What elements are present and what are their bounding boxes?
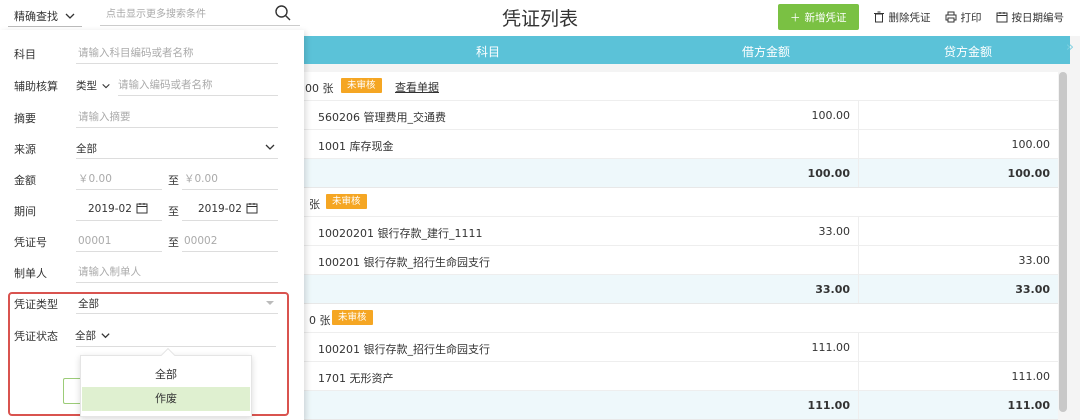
filter-amount: 金额 至 xyxy=(14,168,280,190)
filter-aux: 辅助核算 类型 xyxy=(14,74,280,96)
debit-cell: 100.00 xyxy=(811,109,851,122)
status-label: 凭证状态 xyxy=(14,330,58,343)
search-icon[interactable] xyxy=(274,4,292,22)
to-label: 至 xyxy=(168,236,179,249)
search-mode-dropdown[interactable]: 精确查找 xyxy=(8,5,82,27)
debit-cell: 111.00 xyxy=(811,341,851,354)
total-credit: 111.00 xyxy=(1007,399,1050,412)
total-debit: 111.00 xyxy=(807,399,850,412)
delete-voucher-label: 删除凭证 xyxy=(888,11,931,24)
summary-input[interactable] xyxy=(76,106,278,128)
page-title: 凭证列表 xyxy=(501,8,578,30)
credit-cell: 33.00 xyxy=(1018,254,1051,267)
status-badge: 未审核 xyxy=(326,194,367,209)
debit-cell: 33.00 xyxy=(818,225,851,238)
total-debit: 33.00 xyxy=(815,283,850,296)
collapse-arrow-icon[interactable]: » xyxy=(1066,40,1080,60)
status-option-void[interactable]: 作废 xyxy=(82,387,250,411)
filter-subject: 科目 xyxy=(14,42,280,64)
subject-input[interactable] xyxy=(76,42,278,64)
header-subject: 科目 xyxy=(476,45,501,59)
vertical-scrollbar[interactable] xyxy=(1059,72,1067,412)
amount-to-input[interactable] xyxy=(182,168,278,190)
calendar-icon[interactable] xyxy=(246,202,258,214)
aux-type-select[interactable]: 类型 xyxy=(76,78,111,93)
print-label: 打印 xyxy=(960,11,982,24)
status-badge: 未审核 xyxy=(341,78,382,93)
account-cell: 1001 库存现金 xyxy=(318,140,394,153)
credit-cell: 100.00 xyxy=(1011,138,1051,151)
aux-input[interactable] xyxy=(118,74,278,96)
voucher-count: 00 张 xyxy=(305,82,334,95)
calendar-icon xyxy=(996,12,1007,23)
amount-label: 金额 xyxy=(14,174,36,187)
amount-from-input[interactable] xyxy=(76,168,162,190)
source-label: 来源 xyxy=(14,143,36,156)
scrollbar-thumb[interactable] xyxy=(1059,72,1067,412)
credit-cell: 111.00 xyxy=(1011,370,1051,383)
plus-icon: ＋ xyxy=(790,11,801,24)
account-cell: 10020201 银行存款_建行_1111 xyxy=(318,227,483,240)
voucher-no-label: 凭证号 xyxy=(14,236,47,249)
account-cell: 560206 管理费用_交通费 xyxy=(318,111,446,124)
aux-type-value: 类型 xyxy=(76,80,97,92)
filter-summary: 摘要 xyxy=(14,106,280,128)
renumber-by-date-button[interactable]: 按日期编号 xyxy=(996,10,1065,25)
printer-icon xyxy=(945,11,956,23)
filter-maker: 制单人 xyxy=(14,261,280,283)
period-to[interactable]: 2019-02 xyxy=(198,203,242,215)
chevron-down-icon xyxy=(101,333,110,339)
status-select[interactable]: 全部 xyxy=(75,328,111,343)
search-input[interactable] xyxy=(100,4,300,26)
add-voucher-label: 新增凭证 xyxy=(804,11,847,24)
chevron-down-icon xyxy=(102,83,110,88)
voucher-no-to-input[interactable] xyxy=(182,230,278,252)
subject-label: 科目 xyxy=(14,48,36,61)
maker-input[interactable] xyxy=(76,261,278,283)
voucher-no-from-input[interactable] xyxy=(76,230,162,252)
total-credit: 100.00 xyxy=(1007,167,1050,180)
to-label: 至 xyxy=(168,205,179,218)
print-button[interactable]: 打印 xyxy=(945,10,982,25)
trash-icon xyxy=(873,11,884,23)
account-cell: 100201 银行存款_招行生命园支行 xyxy=(318,256,490,269)
aux-label: 辅助核算 xyxy=(14,80,58,93)
calendar-icon[interactable] xyxy=(136,202,148,214)
account-cell: 1701 无形资产 xyxy=(318,372,394,385)
voucher-count: 张 xyxy=(309,198,320,211)
header-debit: 借方金额 xyxy=(742,45,791,59)
to-label: 至 xyxy=(168,174,179,187)
maker-label: 制单人 xyxy=(14,267,47,280)
total-credit: 33.00 xyxy=(1015,283,1050,296)
search-button[interactable] xyxy=(63,378,81,404)
status-option-all[interactable]: 全部 xyxy=(82,363,250,387)
source-value: 全部 xyxy=(76,143,97,155)
chevron-down-icon xyxy=(65,13,75,19)
status-badge: 未审核 xyxy=(332,310,373,325)
chevron-down-icon xyxy=(265,144,275,150)
filter-voucher-no: 凭证号 至 xyxy=(14,230,280,252)
search-mode-label: 精确查找 xyxy=(14,9,58,23)
period-label: 期间 xyxy=(14,205,36,218)
status-dropdown-menu: 全部 作废 xyxy=(80,347,252,417)
filter-period: 期间 2019-02 至 2019-02 xyxy=(14,199,280,221)
account-cell: 100201 银行存款_招行生命园支行 xyxy=(318,343,490,356)
delete-voucher-button[interactable]: 删除凭证 xyxy=(873,10,931,25)
total-debit: 100.00 xyxy=(807,167,850,180)
voucher-count: 0 张 xyxy=(309,314,331,327)
filter-source[interactable]: 来源 全部 xyxy=(14,137,280,159)
view-document-link[interactable]: 查看单据 xyxy=(395,79,439,95)
period-from[interactable]: 2019-02 xyxy=(88,203,132,215)
header-credit: 贷方金额 xyxy=(944,45,993,59)
renumber-by-date-label: 按日期编号 xyxy=(1011,11,1065,24)
status-value: 全部 xyxy=(75,330,96,342)
summary-label: 摘要 xyxy=(14,112,36,125)
add-voucher-button[interactable]: ＋ 新增凭证 xyxy=(778,4,859,30)
